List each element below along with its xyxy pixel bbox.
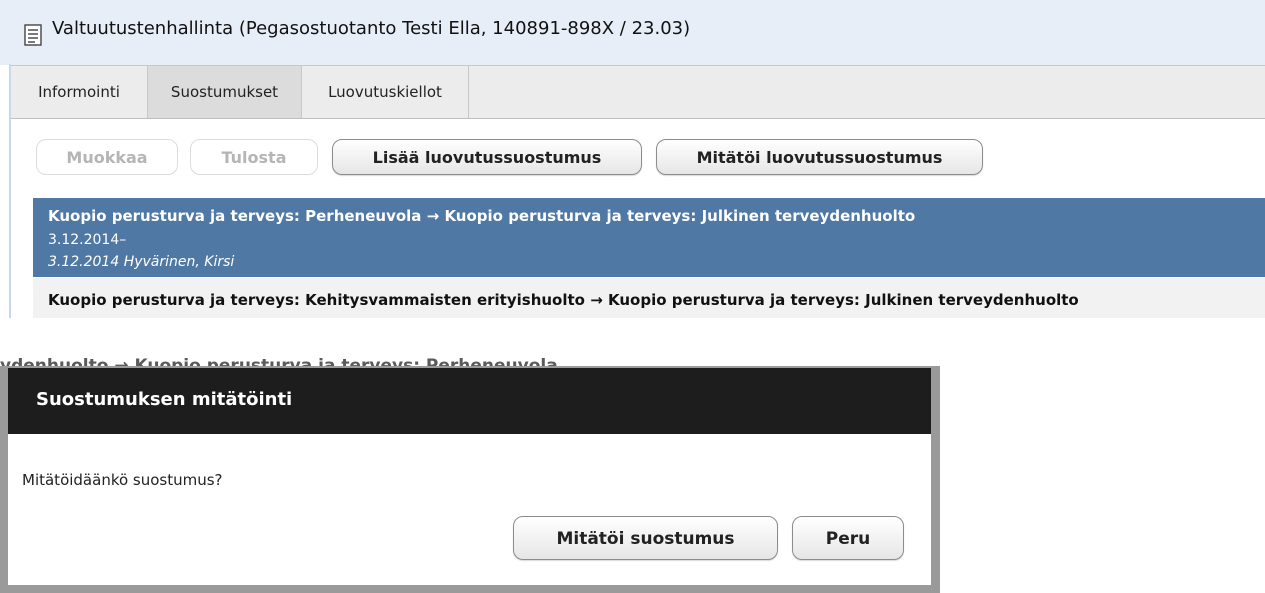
window-title: Valtuutustenhallinta (Pegasostuotanto Te… [52, 18, 691, 39]
consent-list-item[interactable]: Kuopio perusturva ja terveys: Kehitysvam… [33, 278, 1265, 318]
tab-bar: Informointi Suostumukset Luovutuskiellot [11, 65, 1265, 119]
dialog-region: ydenhuolto → Kuopio perusturva ja tervey… [0, 356, 940, 593]
tab-luovutuskiellot[interactable]: Luovutuskiellot [302, 66, 469, 118]
consent-management-window: Valtuutustenhallinta (Pegasostuotanto Te… [0, 0, 1265, 318]
document-icon [24, 24, 42, 46]
dialog-title: Suostumuksen mitätöinti [36, 389, 293, 410]
print-button[interactable]: Tulosta [190, 139, 318, 175]
consent-list-item-selected[interactable]: Kuopio perusturva ja terveys: Perheneuvo… [33, 198, 1265, 277]
cancel-button[interactable]: Peru [792, 516, 904, 560]
revoke-confirm-dialog: Suostumuksen mitätöinti Mitätöidäänkö su… [8, 368, 931, 585]
tab-label: Luovutuskiellot [328, 83, 442, 101]
dialog-header: Suostumuksen mitätöinti [8, 368, 931, 434]
consent-recorded-by: 3.12.2014 Hyvärinen, Kirsi [48, 254, 235, 270]
consent-title: Kuopio perusturva ja terveys: Perheneuvo… [48, 207, 916, 225]
add-consent-button[interactable]: Lisää luovutussuostumus [332, 139, 642, 175]
edit-button[interactable]: Muokkaa [36, 139, 178, 175]
consent-title: Kuopio perusturva ja terveys: Kehitysvam… [48, 291, 1079, 309]
confirm-revoke-button[interactable]: Mitätöi suostumus [513, 516, 778, 560]
consent-validity: 3.12.2014– [48, 232, 127, 248]
tab-label: Suostumukset [170, 83, 279, 101]
window-titlebar: Valtuutustenhallinta (Pegasostuotanto Te… [0, 0, 1265, 65]
revoke-consent-button[interactable]: Mitätöi luovutussuostumus [656, 139, 983, 175]
tab-informointi[interactable]: Informointi [11, 66, 148, 118]
dialog-message: Mitätöidäänkö suostumus? [22, 471, 223, 489]
tab-label: Informointi [38, 83, 120, 101]
tab-suostumukset[interactable]: Suostumukset [148, 66, 302, 118]
